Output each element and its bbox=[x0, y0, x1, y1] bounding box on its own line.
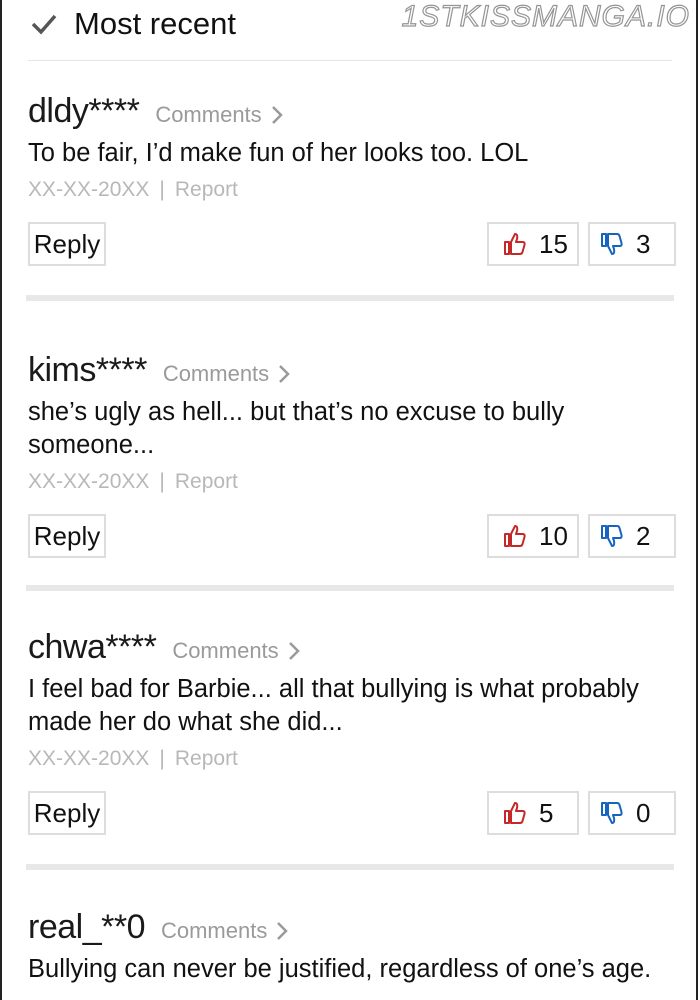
dislike-button[interactable]: 3 bbox=[588, 222, 676, 266]
divider bbox=[28, 60, 672, 61]
like-count: 15 bbox=[539, 228, 568, 259]
like-button[interactable]: 10 bbox=[487, 514, 579, 558]
comment-separator bbox=[26, 864, 674, 870]
comment-meta: XX-XX-20XX | Report bbox=[28, 747, 238, 770]
username[interactable]: chwa**** bbox=[28, 628, 157, 667]
dislike-button[interactable]: 2 bbox=[588, 514, 676, 558]
comment-text: I feel bad for Barbie... all that bullyi… bbox=[28, 675, 639, 736]
comment-item: kims**** Comments she’s ugly as hell... … bbox=[28, 351, 676, 560]
report-link[interactable]: Report bbox=[175, 178, 238, 201]
check-icon bbox=[31, 14, 57, 35]
comments-link[interactable]: Comments bbox=[155, 102, 283, 128]
comments-link-label: Comments bbox=[172, 638, 279, 663]
comment-text: she’s ugly as hell... but that’s no excu… bbox=[28, 398, 565, 459]
report-link[interactable]: Report bbox=[175, 470, 238, 493]
comment-actions: Reply 5 0 bbox=[28, 791, 676, 837]
comments-link-label: Comments bbox=[160, 918, 268, 943]
comments-link[interactable]: Comments bbox=[163, 361, 291, 387]
comments-link-label: Comments bbox=[155, 102, 262, 127]
comments-link-label: Comments bbox=[162, 361, 270, 386]
comment-actions: Reply 15 3 bbox=[28, 222, 676, 268]
comment-actions: Reply 10 2 bbox=[28, 514, 676, 560]
like-count: 10 bbox=[539, 520, 568, 551]
username[interactable]: dldy**** bbox=[28, 92, 140, 131]
thumbs-up-icon bbox=[504, 233, 526, 255]
comment-item: chwa**** Comments I feel bad for Barbie.… bbox=[28, 628, 676, 837]
watermark: 1STKISSMANGA.IO bbox=[401, 0, 690, 34]
comment-text: Bullying can never be justified, regardl… bbox=[28, 955, 652, 983]
comment-date: XX-XX-20XX bbox=[28, 470, 150, 493]
comment-meta: XX-XX-20XX | Report bbox=[28, 178, 238, 201]
chevron-right-icon bbox=[279, 365, 290, 383]
sort-header[interactable]: Most recent bbox=[30, 2, 236, 46]
dislike-count: 3 bbox=[636, 228, 651, 259]
like-button[interactable]: 15 bbox=[487, 222, 579, 266]
comments-link[interactable]: Comments bbox=[161, 918, 289, 944]
comments-link[interactable]: Comments bbox=[172, 638, 300, 664]
comment-meta: XX-XX-20XX | Report bbox=[28, 470, 238, 493]
comment-separator bbox=[26, 585, 674, 591]
thumbs-down-icon bbox=[601, 802, 623, 824]
dislike-count: 2 bbox=[636, 520, 651, 551]
reply-button[interactable]: Reply bbox=[28, 222, 106, 266]
comment-text: To be fair, I’d make fun of her looks to… bbox=[28, 139, 529, 167]
comment-item: real_**0 Comments Bullying can never be … bbox=[28, 908, 676, 986]
like-button[interactable]: 5 bbox=[487, 791, 579, 835]
sort-label: Most recent bbox=[74, 6, 236, 41]
report-link[interactable]: Report bbox=[175, 747, 238, 770]
username[interactable]: kims**** bbox=[28, 351, 147, 390]
thumbs-up-icon bbox=[504, 802, 526, 824]
like-count: 5 bbox=[539, 797, 554, 828]
reply-button[interactable]: Reply bbox=[28, 791, 106, 835]
dislike-count: 0 bbox=[636, 797, 651, 828]
thumbs-down-icon bbox=[601, 233, 623, 255]
comment-date: XX-XX-20XX bbox=[28, 747, 150, 770]
thumbs-up-icon bbox=[504, 525, 526, 547]
chevron-right-icon bbox=[288, 642, 300, 660]
username[interactable]: real_**0 bbox=[28, 908, 145, 947]
reply-button[interactable]: Reply bbox=[28, 514, 106, 558]
thumbs-down-icon bbox=[601, 525, 623, 547]
chevron-right-icon bbox=[277, 922, 289, 940]
chevron-right-icon bbox=[271, 106, 283, 124]
comment-separator bbox=[26, 295, 674, 301]
dislike-button[interactable]: 0 bbox=[588, 791, 676, 835]
comment-date: XX-XX-20XX bbox=[28, 178, 150, 201]
comment-item: dldy**** Comments To be fair, I’d make f… bbox=[28, 92, 676, 268]
